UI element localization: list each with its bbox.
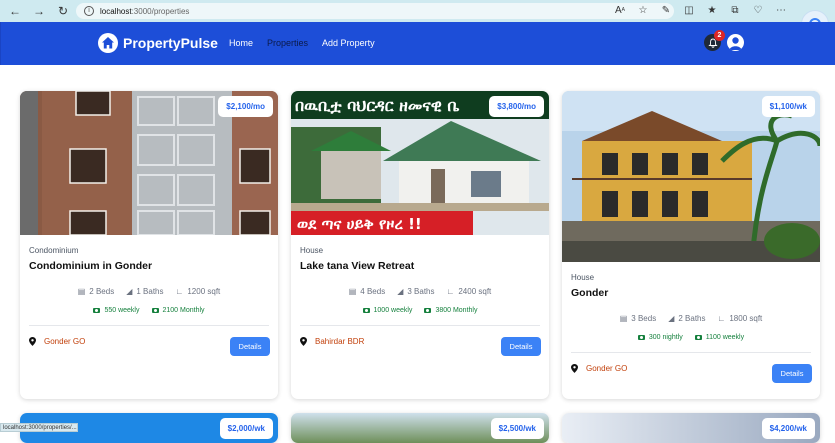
property-name: Condominium in Gonder: [29, 260, 152, 272]
split-screen-icon[interactable]: ◫: [682, 3, 696, 17]
rate-secondary: 3800 Monthly: [435, 307, 477, 314]
url-host: localhost: [100, 7, 132, 16]
app-header: PropertyPulse Home Properties Add Proper…: [0, 22, 835, 65]
more-icon[interactable]: ⋯: [774, 3, 788, 17]
property-card: $4,200/wk: [562, 413, 820, 443]
money-icon: [695, 335, 702, 340]
property-type: Condominium: [29, 246, 78, 255]
money-icon: [363, 308, 370, 313]
browser-toolbar: ← → ↻ i localhost:3000/properties AA ☆ ✎…: [0, 0, 835, 22]
ruler-icon: ∟: [447, 287, 455, 296]
price-tag: $1,100/wk: [762, 96, 815, 117]
property-image[interactable]: በዉቢቷ ባህርዳር ዘመናዊ ቤ ወደ ጣና ሀይቅ የዞረ !! $3,80…: [291, 91, 549, 235]
user-icon: [727, 34, 744, 51]
favorites-icon[interactable]: ★: [705, 3, 719, 17]
details-button[interactable]: Details: [230, 337, 270, 356]
property-card: በዉቢቷ ባህርዳር ዘመናዊ ቤ ወደ ጣና ሀይቅ የዞረ !! $3,80…: [291, 91, 549, 399]
site-info-icon[interactable]: i: [84, 6, 94, 16]
brand-logo[interactable]: PropertyPulse: [98, 33, 218, 53]
money-icon: [152, 308, 159, 313]
rate-primary: 1000 weekly: [374, 307, 413, 314]
extensions-icon[interactable]: ✎: [659, 3, 673, 17]
money-icon: [638, 335, 645, 340]
card-divider: [300, 325, 540, 326]
price-tag: $2,000/wk: [220, 418, 273, 439]
beds-count: 2 Beds: [89, 287, 114, 296]
price-tag: $4,200/wk: [762, 418, 815, 439]
address-bar[interactable]: i localhost:3000/properties: [76, 3, 674, 19]
rate-primary: 300 nightly: [649, 334, 683, 341]
property-card: $2,100/mo Condominium Condominium in Gon…: [20, 91, 278, 399]
beds-count: 4 Beds: [360, 287, 385, 296]
bath-icon: ◢: [126, 287, 132, 296]
property-name: Gonder: [571, 287, 608, 299]
bed-icon: ▤: [78, 287, 86, 296]
status-bar-url: localhost:3000/properties/...: [0, 423, 78, 432]
beds-count: 3 Beds: [631, 314, 656, 323]
banner-bottom-text: ወደ ጣና ሀይቅ የዞረ !!: [297, 215, 422, 233]
property-location: Bahirdar BDR: [315, 337, 364, 346]
property-image[interactable]: $1,100/wk: [562, 91, 820, 262]
user-avatar[interactable]: [727, 34, 744, 51]
square-feet: 1800 sqft: [729, 314, 762, 323]
notification-badge: 2: [714, 30, 725, 41]
location-pin-icon: [29, 337, 36, 346]
nav-add-property[interactable]: Add Property: [322, 38, 375, 48]
reload-icon[interactable]: ↻: [54, 2, 72, 20]
read-aloud-icon[interactable]: AA: [613, 3, 627, 17]
favorite-star-icon[interactable]: ☆: [636, 3, 650, 17]
bed-icon: ▤: [620, 314, 628, 323]
ruler-icon: ∟: [176, 287, 184, 296]
baths-count: 2 Baths: [678, 314, 705, 323]
heart-icon[interactable]: ♡: [751, 3, 765, 17]
property-name: Lake tana View Retreat: [300, 260, 414, 272]
rate-secondary: 1100 weekly: [706, 334, 744, 341]
price-tag: $3,800/mo: [489, 96, 544, 117]
property-location: Gonder GO: [586, 364, 627, 373]
money-icon: [93, 308, 100, 313]
nav-properties[interactable]: Properties: [267, 38, 308, 48]
property-card: $2,500/wk: [291, 413, 549, 443]
card-divider: [571, 352, 811, 353]
location-pin-icon: [300, 337, 307, 346]
collections-icon[interactable]: ⧉: [728, 3, 742, 17]
baths-count: 3 Baths: [407, 287, 434, 296]
location-pin-icon: [571, 364, 578, 373]
url-path: :3000/properties: [132, 7, 190, 16]
rate-secondary: 2100 Monthly: [163, 307, 205, 314]
bath-icon: ◢: [668, 314, 674, 323]
bed-icon: ▤: [349, 287, 357, 296]
brand-name: PropertyPulse: [123, 35, 218, 51]
property-card: $1,100/wk House Gonder ▤3 Beds ◢2 Baths …: [562, 91, 820, 399]
money-icon: [424, 308, 431, 313]
forward-icon[interactable]: →: [30, 2, 48, 20]
house-logo-icon: [98, 33, 118, 53]
ruler-icon: ∟: [718, 314, 726, 323]
property-type: House: [300, 246, 323, 255]
square-feet: 2400 sqft: [458, 287, 491, 296]
baths-count: 1 Baths: [136, 287, 163, 296]
back-icon[interactable]: ←: [6, 2, 24, 20]
property-type: House: [571, 273, 594, 282]
bath-icon: ◢: [397, 287, 403, 296]
price-tag: $2,500/wk: [491, 418, 544, 439]
rate-primary: 550 weekly: [104, 307, 139, 314]
nav-home[interactable]: Home: [229, 38, 253, 48]
price-tag: $2,100/mo: [218, 96, 273, 117]
property-location: Gonder GO: [44, 337, 85, 346]
property-image[interactable]: $2,100/mo: [20, 91, 278, 235]
details-button[interactable]: Details: [772, 364, 812, 383]
card-divider: [29, 325, 269, 326]
square-feet: 1200 sqft: [187, 287, 220, 296]
banner-top-text: በዉቢቷ ባህርዳር ዘመናዊ ቤ: [295, 96, 459, 115]
details-button[interactable]: Details: [501, 337, 541, 356]
